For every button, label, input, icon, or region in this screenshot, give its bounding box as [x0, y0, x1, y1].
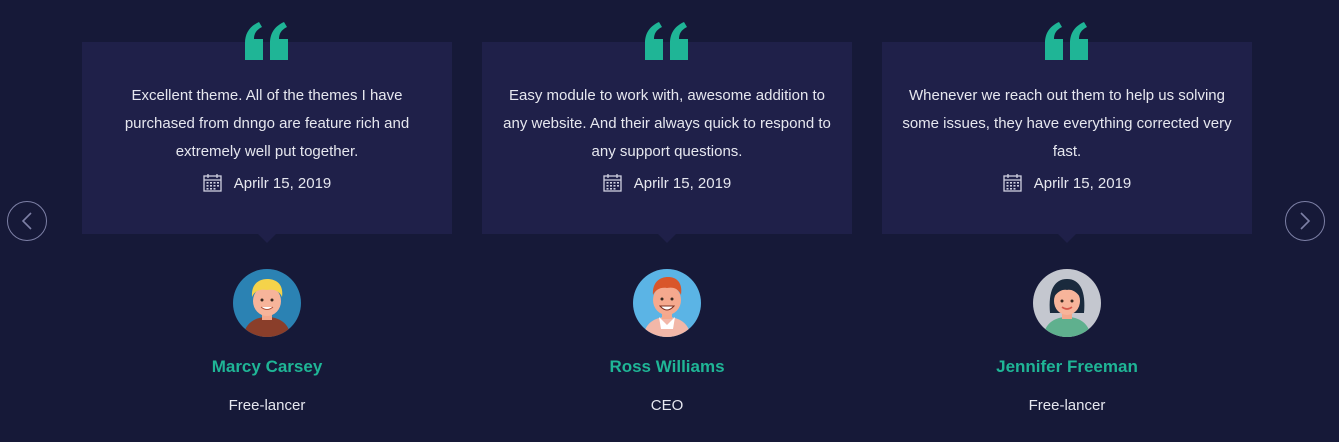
- avatar: [1033, 269, 1101, 337]
- calendar-icon: [203, 174, 222, 192]
- chevron-left-icon: [21, 212, 32, 230]
- testimonial-card: Easy module to work with, awesome additi…: [482, 0, 852, 442]
- quote-text: Whenever we reach out them to help us so…: [902, 87, 1232, 160]
- quote-date: Aprilr 15, 2019: [633, 174, 732, 192]
- calendar-icon: [1003, 174, 1022, 192]
- person-role: Free-lancer: [1028, 397, 1106, 414]
- person-role: Free-lancer: [228, 397, 306, 414]
- quote-icon: [1045, 22, 1088, 60]
- avatar-dark-haired-woman-icon: [1033, 269, 1101, 337]
- quote-text: Excellent theme. All of the themes I hav…: [124, 87, 410, 160]
- date-row: Aprilr 15, 2019: [82, 172, 452, 194]
- date-row: Aprilr 15, 2019: [482, 172, 852, 194]
- quote-icon: [245, 22, 288, 60]
- quote-date: Aprilr 15, 2019: [233, 174, 332, 192]
- person-name: Jennifer Freeman: [996, 357, 1138, 376]
- quote-icon: [645, 22, 688, 60]
- testimonial-card: Excellent theme. All of the themes I hav…: [82, 0, 452, 442]
- avatar: [633, 269, 701, 337]
- quote-text: Easy module to work with, awesome additi…: [503, 87, 831, 160]
- date-row: Aprilr 15, 2019: [882, 172, 1252, 194]
- calendar-icon: [603, 174, 622, 192]
- avatar-redhead-man-icon: [633, 269, 701, 337]
- avatar-blond-man-icon: [233, 269, 301, 337]
- person-name: Ross Williams: [609, 357, 725, 376]
- person-role: CEO: [650, 397, 684, 414]
- carousel-next-button[interactable]: [1285, 201, 1325, 241]
- testimonial-card: Whenever we reach out them to help us so…: [882, 0, 1252, 442]
- carousel-prev-button[interactable]: [7, 201, 47, 241]
- quote-date: Aprilr 15, 2019: [1033, 174, 1132, 192]
- person-name: Marcy Carsey: [211, 357, 323, 376]
- chevron-right-icon: [1300, 212, 1311, 230]
- avatar: [233, 269, 301, 337]
